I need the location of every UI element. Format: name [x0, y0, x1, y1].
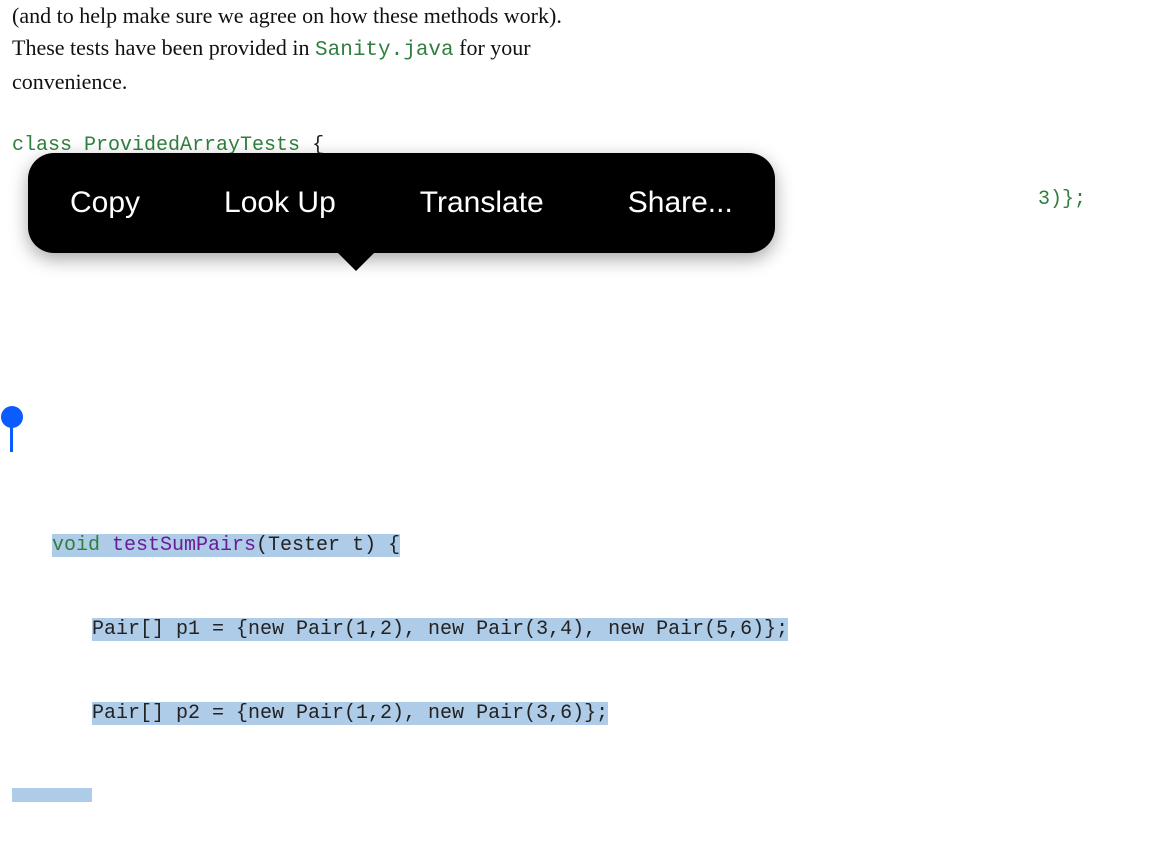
- prose-block: (and to help make sure we agree on how t…: [0, 0, 1170, 98]
- code-text: (Tester t) {: [256, 534, 400, 557]
- copy-button[interactable]: Copy: [28, 186, 182, 220]
- share-button[interactable]: Share...: [586, 186, 775, 220]
- selection-handle-start-icon[interactable]: [1, 406, 23, 428]
- context-menu-caret-icon: [336, 251, 376, 271]
- selection-region[interactable]: void testSumPairs(Tester t) { Pair[] p1 …: [12, 420, 1158, 856]
- prose-line: convenience.: [12, 66, 1158, 98]
- prose-line: These tests have been provided in Sanity…: [12, 32, 1158, 66]
- code-keyword: void: [52, 534, 112, 557]
- code-function: testSumPairs: [112, 534, 256, 557]
- translate-button[interactable]: Translate: [378, 186, 586, 220]
- prose-text: for your: [454, 35, 531, 60]
- context-menu: Copy Look Up Translate Share...: [28, 153, 775, 253]
- filename-text: Sanity.java: [315, 39, 454, 62]
- code-fragment-behind-menu: 3)};: [1038, 188, 1086, 211]
- prose-line: (and to help make sure we agree on how t…: [12, 0, 1158, 32]
- code-line: Pair[] p2 = {new Pair(1,2), new Pair(3,6…: [92, 702, 608, 725]
- prose-text: These tests have been provided in: [12, 35, 315, 60]
- lookup-button[interactable]: Look Up: [182, 186, 378, 220]
- code-line: Pair[] p1 = {new Pair(1,2), new Pair(3,4…: [92, 618, 788, 641]
